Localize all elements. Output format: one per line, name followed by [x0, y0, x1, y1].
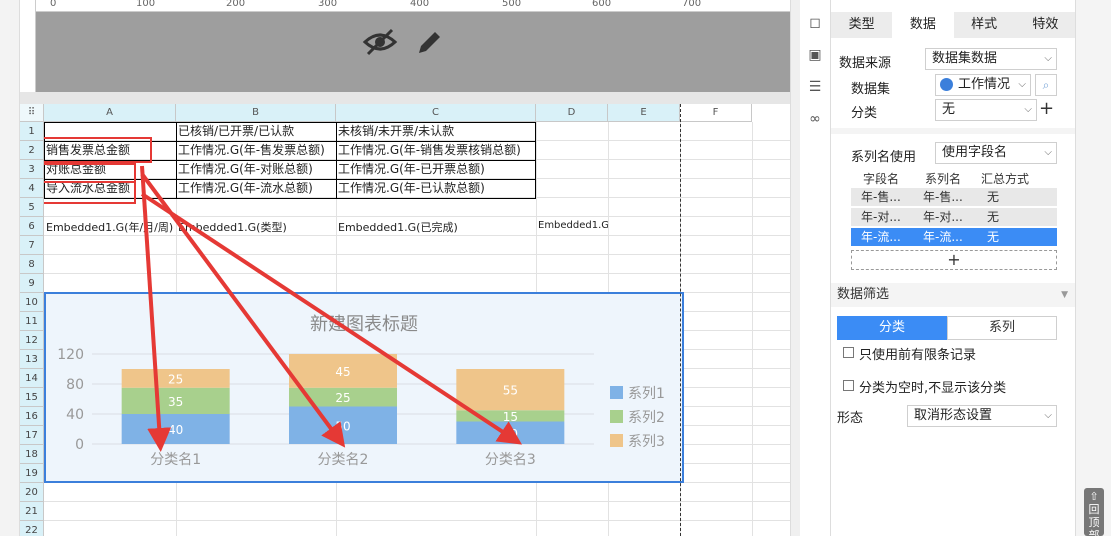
row-header[interactable]: 5 [20, 198, 44, 217]
field-row[interactable]: 年-售... 年-售... 无 [851, 188, 1057, 206]
tab-data[interactable]: 数据 [892, 12, 954, 38]
tab-effects[interactable]: 特效 [1015, 12, 1076, 38]
back-to-top-label: 回顶部 [1088, 503, 1100, 536]
chevron-down-icon: ⌵ [1044, 147, 1052, 158]
report-designer: 0 100 200 300 400 500 600 700 ⠿ A B C D … [0, 0, 1111, 536]
back-to-top-button[interactable]: ⇧ 回顶部 [1084, 488, 1104, 536]
row-header[interactable]: 14 [20, 369, 44, 388]
cell-element-icon[interactable]: ◻ [806, 14, 824, 32]
category-value: 无 [942, 102, 956, 117]
limit-records-checkbox[interactable] [843, 347, 854, 358]
panel-tabs: 类型 数据 样式 特效 [831, 12, 1076, 38]
arrow-to-category-1 [140, 165, 172, 452]
collapse-icon[interactable]: ▼ [1061, 283, 1068, 307]
horizontal-ruler: 0 100 200 300 400 500 600 700 [36, 0, 790, 12]
arrow-to-category-3 [140, 192, 523, 445]
form-select[interactable]: 取消形态设置 ⌵ [907, 405, 1057, 427]
chevron-down-icon: ⌵ [1044, 53, 1052, 64]
limit-records-label: 只使用前有限条记录 [859, 348, 977, 363]
ruler-tick: 200 [226, 0, 246, 9]
up-arrow-icon: ⇧ [1089, 490, 1099, 503]
page-break-line [680, 104, 681, 536]
dataset-icon [940, 78, 953, 91]
ruler-tick: 500 [502, 0, 522, 9]
data-source-value: 数据集数据 [932, 51, 998, 66]
form-label: 形态 [837, 411, 864, 426]
widget-settings-icon[interactable]: ☰ [806, 78, 824, 96]
design-canvas[interactable] [36, 12, 790, 92]
data-filter-section[interactable]: 数据筛选 ▼ [831, 283, 1076, 307]
row-header[interactable]: 17 [20, 426, 44, 445]
hide-eye-icon[interactable] [362, 26, 398, 58]
vertical-scrollbar[interactable] [790, 0, 800, 536]
row-header[interactable]: 16 [20, 407, 44, 426]
form-value: 取消形态设置 [914, 408, 993, 423]
row-header[interactable]: 4 [20, 179, 44, 198]
tab-type[interactable]: 类型 [831, 12, 892, 38]
row-header[interactable]: 11 [20, 312, 44, 331]
search-icon[interactable]: ⌕ [1035, 74, 1057, 96]
ruler-tick: 300 [318, 0, 338, 9]
row-header[interactable]: 22 [20, 521, 44, 536]
dataset-value: 工作情况 [958, 77, 1011, 92]
category-select[interactable]: 无 ⌵ [935, 99, 1037, 121]
row-header[interactable]: 21 [20, 502, 44, 521]
ruler-tick: 100 [136, 0, 156, 9]
row-header[interactable]: 6 [20, 217, 44, 236]
series-name-value: 使用字段名 [942, 145, 1008, 160]
side-icon-column: ◻ ▣ ☰ ∞ [800, 0, 830, 536]
series-name-select[interactable]: 使用字段名 ⌵ [935, 142, 1057, 164]
row-header[interactable]: 12 [20, 331, 44, 350]
category-label: 分类 [851, 106, 878, 121]
data-source-label: 数据来源 [839, 56, 892, 71]
left-strip [0, 0, 20, 536]
row-header[interactable]: 7 [20, 236, 44, 255]
series-name-label: 系列名使用 [851, 150, 917, 165]
row-header[interactable]: 8 [20, 255, 44, 274]
edit-pencil-icon[interactable] [414, 26, 444, 58]
ruler-tick: 0 [50, 0, 57, 9]
hide-empty-checkbox[interactable] [843, 380, 854, 391]
right-bar: ⇧ 回顶部 [1075, 0, 1111, 536]
dataset-select[interactable]: 工作情况 ⌵ [935, 74, 1031, 96]
tab-style[interactable]: 样式 [954, 12, 1015, 38]
filter-tab-series[interactable]: 系列 [947, 316, 1057, 340]
ruler-tick: 700 [682, 0, 702, 9]
add-category-button[interactable]: + [1039, 98, 1054, 119]
filter-tab-category[interactable]: 分类 [837, 316, 947, 340]
row-header[interactable]: 9 [20, 274, 44, 293]
chevron-down-icon: ⌵ [1024, 104, 1032, 115]
row-header[interactable]: 15 [20, 388, 44, 407]
add-field-button[interactable]: + [851, 250, 1057, 270]
float-element-icon[interactable]: ▣ [806, 46, 824, 64]
chevron-down-icon: ⌵ [1018, 79, 1026, 90]
annotation-arrows [140, 165, 523, 452]
row-header[interactable]: 2 [20, 141, 44, 160]
data-filter-title: 数据筛选 [837, 287, 890, 302]
dataset-label: 数据集 [851, 82, 891, 97]
row-header[interactable]: 20 [20, 483, 44, 502]
ruler-tick: 400 [410, 0, 430, 9]
row-header[interactable]: 10 [20, 293, 44, 312]
ruler-tick: 600 [592, 0, 612, 9]
row-header[interactable]: 18 [20, 445, 44, 464]
chevron-down-icon: ⌵ [1044, 410, 1052, 421]
spreadsheet-grid[interactable]: ⠿ A B C D E F 已核销/已开票/已认款 未核销/未开票/未认款 销售… [20, 104, 790, 536]
field-row-selected[interactable]: 年-流... 年-流... 无 [851, 228, 1057, 246]
data-source-select[interactable]: 数据集数据 ⌵ [925, 48, 1057, 70]
hide-empty-label: 分类为空时,不显示该分类 [859, 381, 1007, 396]
row-header[interactable]: 13 [20, 350, 44, 369]
vertical-ruler [22, 0, 36, 92]
row-header[interactable]: 1 [20, 122, 44, 141]
hyperlink-icon[interactable]: ∞ [806, 110, 824, 128]
property-panel: 类型 数据 样式 特效 数据来源 数据集数据 ⌵ 数据集 工作情况 ⌵ ⌕ 分类 无… [830, 0, 1076, 536]
row-header[interactable]: 19 [20, 464, 44, 483]
row-header[interactable]: 3 [20, 160, 44, 179]
field-table-header: 字段名 系列名 汇总方式 [863, 172, 1030, 186]
field-row[interactable]: 年-对... 年-对... 无 [851, 208, 1057, 226]
canvas-gap [20, 92, 790, 104]
